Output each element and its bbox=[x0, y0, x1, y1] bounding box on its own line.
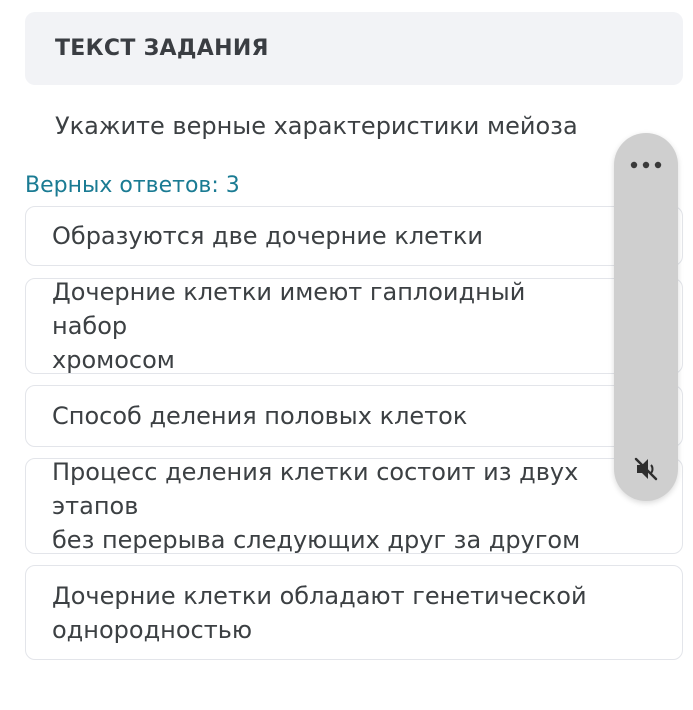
answer-option[interactable]: Дочерние клетки обладают генетической од… bbox=[25, 565, 683, 660]
floating-video-controls[interactable] bbox=[614, 133, 678, 501]
task-header-title: ТЕКСТ ЗАДАНИЯ bbox=[55, 36, 269, 61]
answer-option[interactable]: Образуются две дочерние клетки bbox=[25, 206, 683, 266]
answer-option-label: Процесс деления клетки состоит из двух э… bbox=[52, 458, 581, 554]
answer-option-label: Способ деления половых клеток bbox=[52, 402, 468, 430]
answer-option[interactable]: Способ деления половых клеток bbox=[25, 385, 683, 447]
question-text: Укажите верные характеристики мейоза bbox=[55, 112, 578, 140]
correct-answers-count: Верных ответов: 3 bbox=[25, 173, 240, 198]
answer-option[interactable]: Дочерние клетки имеют гаплоидный набор х… bbox=[25, 278, 683, 374]
answer-option-label: Образуются две дочерние клетки bbox=[52, 222, 483, 250]
more-horizontal-icon[interactable] bbox=[614, 153, 678, 177]
answer-option-label: Дочерние клетки имеют гаплоидный набор х… bbox=[52, 278, 526, 374]
answer-option-label: Дочерние клетки обладают генетической од… bbox=[52, 581, 587, 644]
task-header: ТЕКСТ ЗАДАНИЯ bbox=[25, 12, 683, 85]
speaker-muted-icon[interactable] bbox=[632, 455, 660, 483]
answer-option[interactable]: Процесс деления клетки состоит из двух э… bbox=[25, 458, 683, 554]
